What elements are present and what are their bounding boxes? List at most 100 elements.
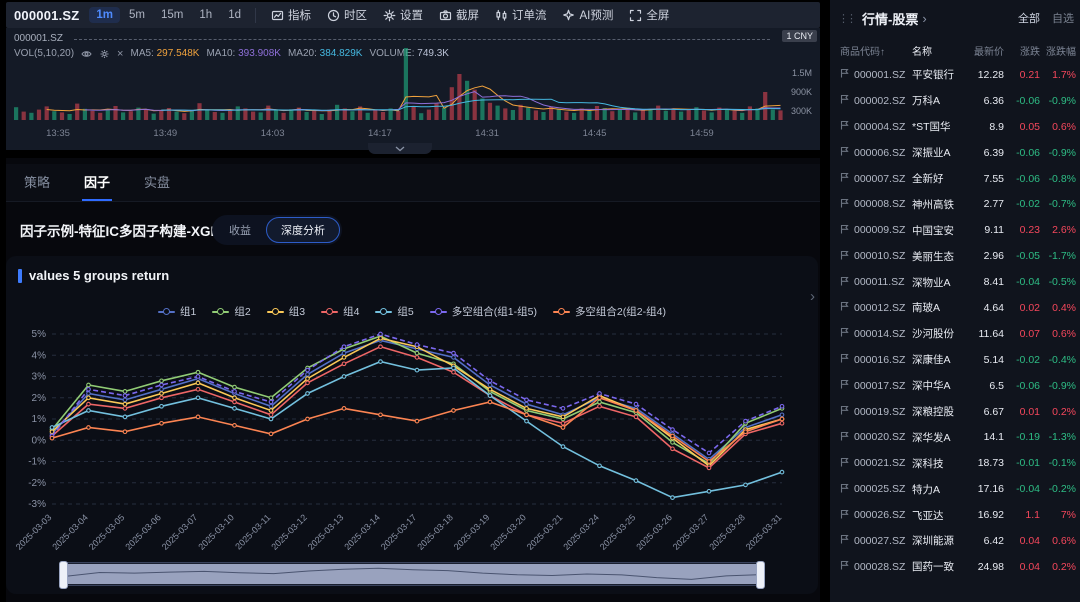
time-axis-tick: 14:45	[583, 128, 607, 139]
flag-icon[interactable]	[840, 94, 854, 107]
legend-item[interactable]: 组1	[158, 304, 196, 319]
legend-marker	[212, 308, 229, 316]
ai-predict-button[interactable]: AI预测	[554, 5, 621, 25]
stock-row[interactable]: 000007.SZ全新好7.55-0.06-0.8%	[830, 166, 1080, 192]
timeframe-1h[interactable]: 1h	[192, 7, 219, 23]
col-header[interactable]: 名称	[912, 43, 962, 58]
stock-row[interactable]: 000028.SZ国药一致24.980.040.2%	[830, 554, 1080, 580]
timezone-button[interactable]: 时区	[319, 5, 375, 25]
flag-icon[interactable]	[840, 560, 854, 573]
flag-icon[interactable]	[840, 457, 854, 470]
stock-row[interactable]: 000019.SZ深粮控股6.670.010.2%	[830, 399, 1080, 425]
stock-row[interactable]: 000025.SZ特力A17.16-0.04-0.2%	[830, 476, 1080, 502]
flag-icon[interactable]	[840, 483, 854, 496]
fullscreen-button[interactable]: 全屏	[621, 5, 677, 25]
flag-icon[interactable]	[840, 405, 854, 418]
stock-row[interactable]: 000010.SZ美丽生态2.96-0.05-1.7%	[830, 243, 1080, 269]
stock-row[interactable]: 000004.SZ*ST国华8.90.050.6%	[830, 114, 1080, 140]
sort-asc-icon[interactable]: ↑	[880, 47, 885, 58]
stock-change-pct: 0.6%	[1040, 535, 1076, 547]
settings-button[interactable]: 设置	[375, 5, 431, 25]
stock-row[interactable]: 000020.SZ深华发A14.1-0.19-1.3%	[830, 424, 1080, 450]
stock-name: 深振业A	[912, 145, 962, 160]
stock-price: 16.92	[962, 509, 1004, 521]
stock-price: 8.41	[962, 276, 1004, 288]
timeframe-1m[interactable]: 1m	[89, 7, 120, 23]
indicators-button[interactable]: 指标	[263, 5, 319, 25]
flag-icon[interactable]	[840, 224, 854, 237]
flag-icon[interactable]	[840, 353, 854, 366]
tab-因子[interactable]: 因子	[82, 164, 112, 201]
data-zoom-handle-left[interactable]	[59, 561, 68, 589]
filter-all[interactable]: 全部	[1018, 10, 1040, 26]
stock-row[interactable]: 000012.SZ南玻A4.640.020.4%	[830, 295, 1080, 321]
data-zoom-handle-right[interactable]	[756, 561, 765, 589]
flag-icon[interactable]	[840, 120, 854, 133]
stock-change-pct: 7%	[1040, 509, 1076, 521]
col-code[interactable]: 商品代码↑	[840, 43, 912, 58]
col-header[interactable]: 涨跌	[1004, 43, 1040, 58]
toggle-深度分析[interactable]: 深度分析	[266, 217, 340, 243]
svg-text:4%: 4%	[32, 350, 47, 361]
svg-text:2025-03-10: 2025-03-10	[196, 512, 236, 552]
camera-icon	[439, 9, 452, 22]
legend-item[interactable]: 组5	[375, 304, 413, 319]
stock-change-pct: -0.2%	[1040, 483, 1076, 495]
legend-item[interactable]: 多空组合2(组2-组4)	[553, 304, 666, 319]
data-zoom-slider[interactable]	[62, 562, 762, 586]
legend-item[interactable]: 组3	[267, 304, 305, 319]
screenshot-button[interactable]: 截屏	[431, 5, 487, 25]
flag-icon[interactable]	[840, 301, 854, 314]
flag-icon[interactable]	[840, 276, 854, 289]
flag-icon[interactable]	[840, 509, 854, 522]
flag-icon[interactable]	[840, 327, 854, 340]
stock-change-pct: 0.2%	[1040, 561, 1076, 573]
col-header[interactable]: 涨跌幅	[1040, 43, 1076, 58]
stock-row[interactable]: 000001.SZ平安银行12.280.211.7%	[830, 62, 1080, 88]
flag-icon[interactable]	[840, 379, 854, 392]
stock-row[interactable]: 000008.SZ神州高铁2.77-0.02-0.7%	[830, 191, 1080, 217]
stock-row[interactable]: 000014.SZ沙河股份11.640.070.6%	[830, 321, 1080, 347]
timeframe-5m[interactable]: 5m	[122, 7, 152, 23]
stock-code: 000016.SZ	[854, 354, 912, 366]
flag-icon[interactable]	[840, 431, 854, 444]
stock-row[interactable]: 000011.SZ深物业A8.41-0.04-0.5%	[830, 269, 1080, 295]
stock-row[interactable]: 000009.SZ中国宝安9.110.232.6%	[830, 217, 1080, 243]
stock-row[interactable]: 000002.SZ万科A6.36-0.06-0.9%	[830, 88, 1080, 114]
chevron-right-icon[interactable]: ›	[922, 11, 926, 26]
stock-change-pct: -0.9%	[1040, 95, 1076, 107]
stock-row[interactable]: 000026.SZ飞亚达16.921.17%	[830, 502, 1080, 528]
timeframe-1d[interactable]: 1d	[221, 7, 248, 23]
indicator-icon	[271, 9, 284, 22]
flag-icon[interactable]	[840, 534, 854, 547]
stock-row[interactable]: 000006.SZ深振业A6.39-0.06-0.9%	[830, 140, 1080, 166]
stock-price: 6.36	[962, 95, 1004, 107]
stock-row[interactable]: 000017.SZ深中华A6.5-0.06-0.9%	[830, 373, 1080, 399]
filter-watchlist[interactable]: 自选	[1052, 10, 1074, 26]
tab-策略[interactable]: 策略	[22, 164, 52, 201]
col-header[interactable]: 最新价	[962, 43, 1004, 58]
drag-handle-icon[interactable]: ⋮⋮	[838, 12, 854, 25]
stock-row[interactable]: 000021.SZ深科技18.73-0.01-0.1%	[830, 450, 1080, 476]
toggle-收益[interactable]: 收益	[214, 217, 266, 243]
watchlist-sidebar: ⋮⋮ 行情-股票 › 全部 自选 商品代码↑名称最新价涨跌涨跌幅 000001.…	[830, 0, 1080, 602]
stock-code: 000028.SZ	[854, 561, 912, 573]
flag-icon[interactable]	[840, 250, 854, 263]
tab-实盘[interactable]: 实盘	[142, 164, 172, 201]
clock-icon	[327, 9, 340, 22]
legend-item[interactable]: 组2	[212, 304, 250, 319]
legend-item[interactable]: 组4	[321, 304, 359, 319]
orderflow-button[interactable]: 订单流	[487, 5, 555, 25]
flag-icon[interactable]	[840, 146, 854, 159]
flag-icon[interactable]	[840, 198, 854, 211]
flag-icon[interactable]	[840, 68, 854, 81]
collapse-chart-button[interactable]	[368, 143, 432, 154]
panel-expander-icon[interactable]: ›	[810, 288, 815, 305]
timeframe-15m[interactable]: 15m	[154, 7, 190, 23]
time-axis-tick: 13:35	[46, 128, 70, 139]
svg-text:2025-03-18: 2025-03-18	[415, 512, 455, 552]
stock-row[interactable]: 000027.SZ深圳能源6.420.040.6%	[830, 528, 1080, 554]
stock-row[interactable]: 000016.SZ深康佳A5.14-0.02-0.4%	[830, 347, 1080, 373]
legend-item[interactable]: 多空组合(组1-组5)	[430, 304, 537, 319]
flag-icon[interactable]	[840, 172, 854, 185]
